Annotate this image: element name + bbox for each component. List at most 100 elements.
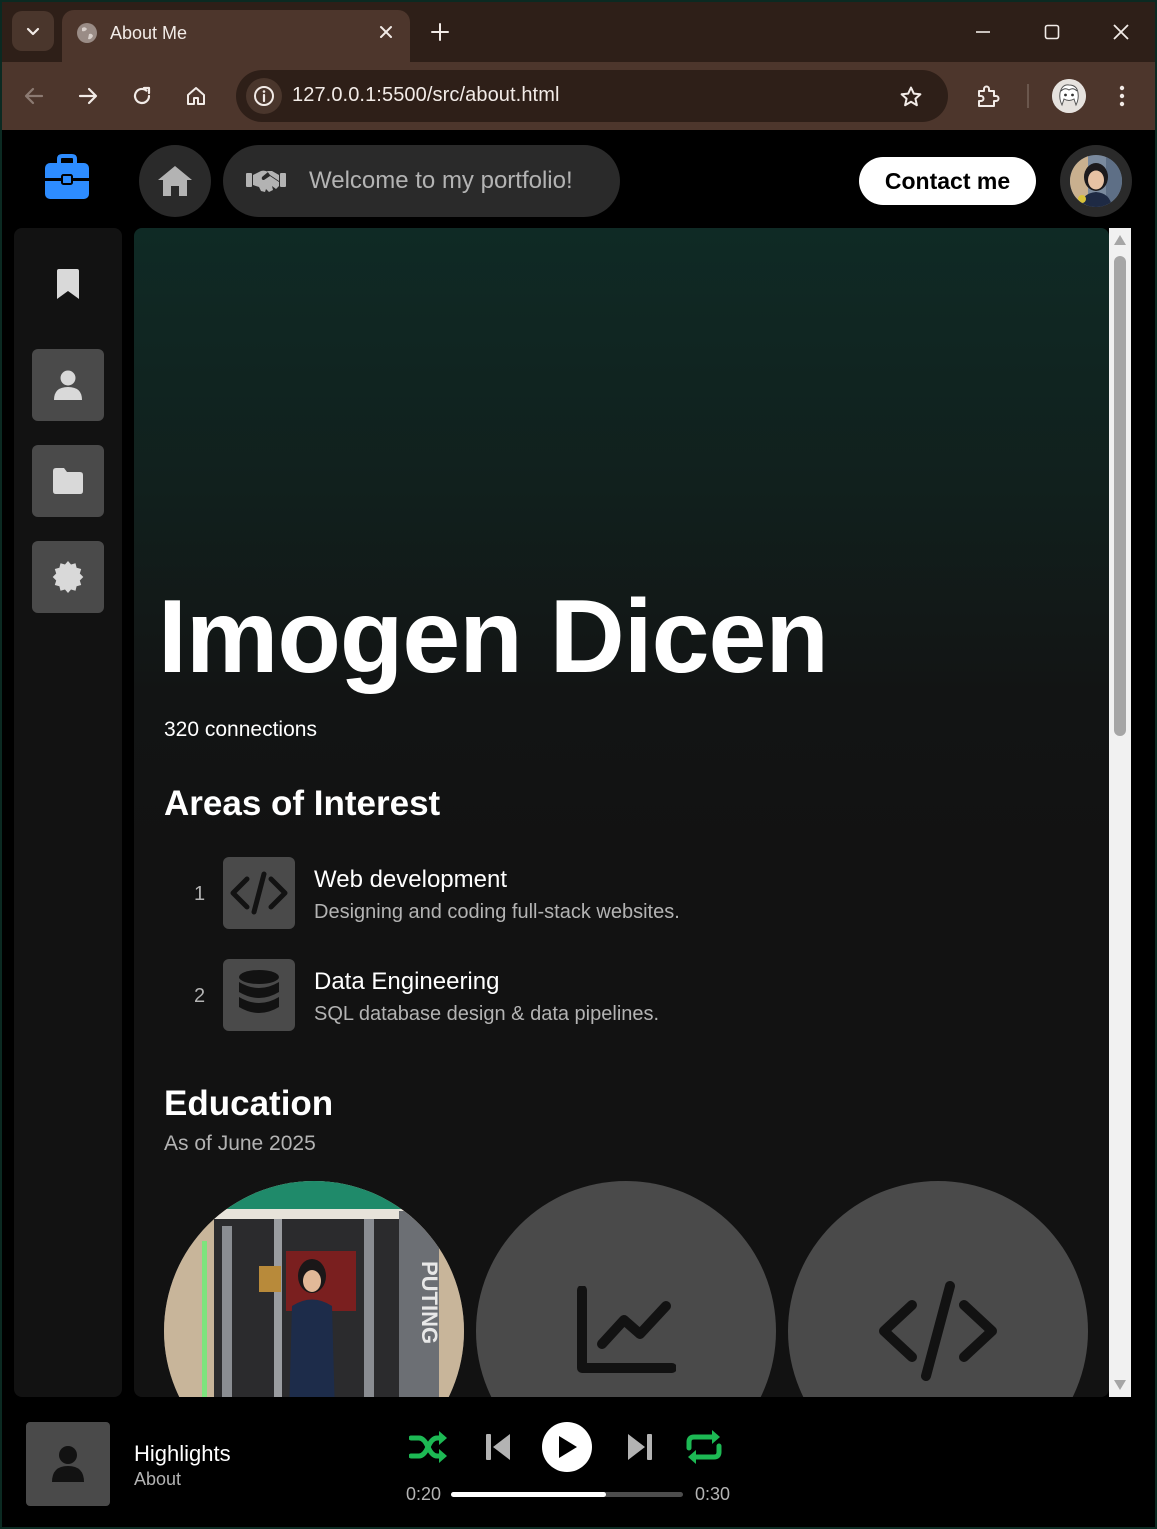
briefcase-icon[interactable] [42,154,92,202]
sidebar-item-certificates[interactable] [32,541,104,613]
home-icon [158,166,192,196]
browser-toolbar: 127.0.0.1:5500/src/about.html [2,62,1155,130]
new-tab-button[interactable] [426,18,454,46]
handshake-icon [246,170,286,192]
browser-profile-avatar[interactable] [1052,79,1086,113]
interest-number: 2 [194,985,206,1007]
minimize-icon [976,31,990,33]
education-card-data[interactable] [476,1181,776,1397]
interest-description: Designing and coding full-stack websites… [314,901,680,923]
chevron-down-icon [26,27,40,36]
interest-item[interactable]: 2 Data Engineering SQL database design &… [164,959,1064,1031]
interest-title: Web development [314,866,508,893]
profile-sketch-icon [1052,79,1086,113]
tab-search-button[interactable] [12,11,54,51]
tab-bar: About Me [2,2,1155,62]
scroll-thumb[interactable] [1114,256,1126,736]
shuffle-icon [409,1431,447,1463]
interest-icon-tile [223,857,295,929]
repeat-button[interactable] [682,1426,726,1468]
profile-avatar-button[interactable] [1060,145,1132,217]
scroll-down-arrow-icon[interactable] [1113,1379,1127,1391]
education-card-photo[interactable]: PUTING [164,1181,464,1397]
now-playing-art[interactable] [26,1422,110,1506]
maximize-button[interactable] [1029,12,1075,52]
maximize-icon [1044,24,1060,40]
user-icon [54,370,82,400]
star-icon [900,86,922,107]
arrow-left-icon [24,87,44,105]
puzzle-icon [978,85,1000,107]
now-playing-subtitle[interactable]: About [134,1469,181,1490]
code-icon [879,1281,997,1381]
welcome-text: Welcome to my portfolio! [309,167,573,194]
info-icon [254,86,274,106]
interest-title: Data Engineering [314,968,500,995]
back-button[interactable] [14,76,54,116]
extensions-button[interactable] [968,76,1008,116]
previous-button[interactable] [478,1427,518,1467]
now-playing-title[interactable]: Highlights [134,1441,231,1467]
tab-close-button[interactable] [374,20,398,44]
folder-icon [53,468,83,494]
reload-icon [133,86,151,105]
play-icon [559,1436,577,1458]
education-heading: Education [164,1084,334,1123]
shuffle-button[interactable] [408,1427,450,1467]
globe-icon [77,23,97,43]
interest-description: SQL database design & data pipelines. [314,1003,660,1025]
bookmark-star-button[interactable] [896,82,926,112]
playback-progress-fill [451,1492,607,1497]
address-bar[interactable]: 127.0.0.1:5500/src/about.html [236,70,948,122]
next-button[interactable] [620,1427,660,1467]
education-card-code[interactable] [788,1181,1088,1397]
forward-button[interactable] [68,76,108,116]
welcome-banner: Welcome to my portfolio! [223,145,620,217]
profile-name: Imogen Dicen [158,579,829,695]
arrow-right-icon [78,87,98,105]
svg-text:PUTING: PUTING [417,1261,442,1344]
skip-back-icon [486,1434,510,1460]
browser-menu-button[interactable] [1102,76,1142,116]
interest-item[interactable]: 1 Web development Designing and coding f… [164,857,1064,929]
total-duration: 0:30 [695,1484,731,1504]
home-icon [187,87,205,105]
skip-forward-icon [628,1434,652,1460]
code-icon [230,871,288,915]
plus-icon [431,23,449,41]
interests-heading: Areas of Interest [164,784,441,823]
minimize-button[interactable] [960,12,1006,52]
active-tab[interactable]: About Me [62,10,410,62]
page-scrollbar[interactable] [1109,228,1131,1397]
chart-line-icon [577,1286,676,1373]
playback-progress-bar[interactable] [451,1492,683,1497]
elapsed-time: 0:20 [406,1484,442,1504]
connections-count: 320 connections [164,718,317,741]
portfolio-page: Welcome to my portfolio! Contact me Imog… [2,130,1155,1527]
site-info-button[interactable] [246,78,282,114]
education-photo: PUTING [164,1181,464,1397]
certificate-icon [52,561,84,593]
bookmark-icon [57,269,79,299]
more-vertical-icon [1119,85,1125,107]
sidebar [14,228,122,1397]
user-icon [52,1446,84,1482]
main-content: Imogen Dicen 320 connections Areas of In… [134,228,1109,1397]
sidebar-item-about[interactable] [32,349,104,421]
repeat-icon [686,1430,722,1464]
close-icon [1113,24,1129,40]
interest-icon-tile [223,959,295,1031]
home-page-button[interactable] [176,76,216,116]
scroll-up-arrow-icon[interactable] [1113,234,1127,246]
education-subtitle: As of June 2025 [164,1132,316,1155]
database-icon [239,970,279,1013]
sidebar-item-saved[interactable] [32,248,104,320]
sidebar-item-projects[interactable] [32,445,104,517]
home-button[interactable] [139,145,211,217]
play-button[interactable] [542,1422,592,1472]
avatar [1070,155,1122,207]
contact-me-button[interactable]: Contact me [859,157,1036,205]
reload-button[interactable] [122,76,162,116]
close-window-button[interactable] [1098,12,1144,52]
browser-window: About Me 127.0.0.1:5500/src/about.html W… [2,2,1155,1527]
